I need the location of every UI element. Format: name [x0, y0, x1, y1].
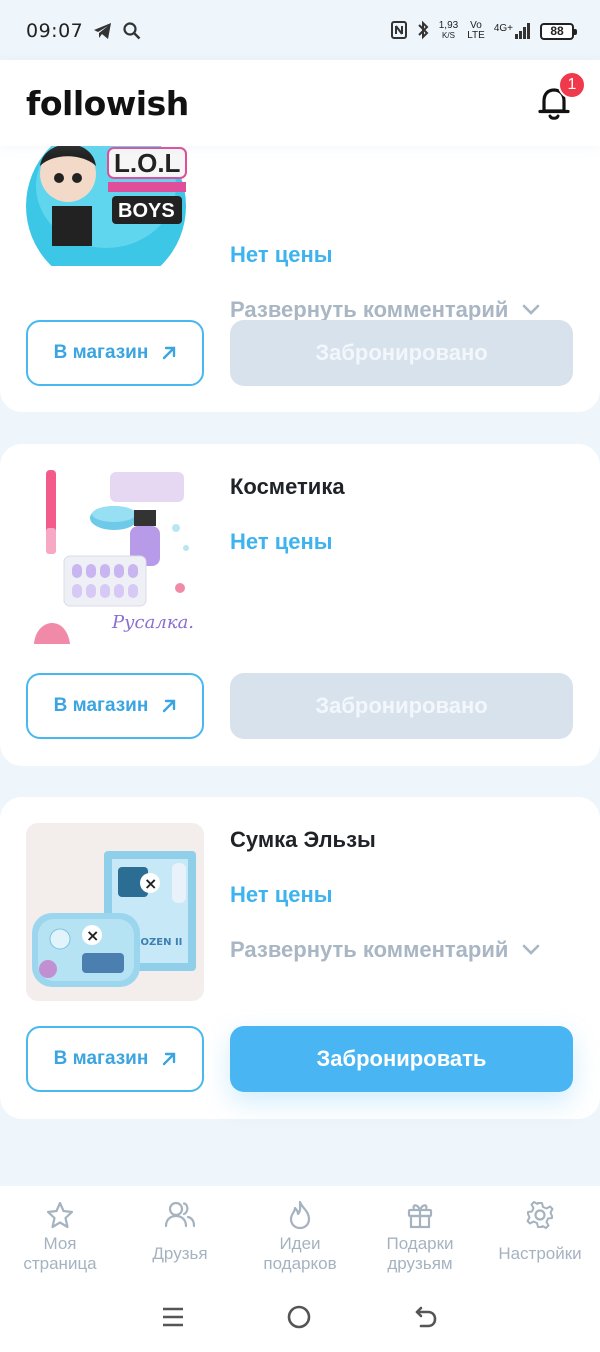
signal-bars-icon — [515, 23, 530, 39]
arrow-up-right-icon — [163, 1052, 176, 1066]
chevron-down-icon — [523, 304, 540, 315]
to-shop-button[interactable]: В магазин — [26, 673, 204, 739]
price-label: Нет цены — [230, 242, 333, 267]
chevron-down-icon — [523, 944, 540, 955]
net-speed-unit: K/S — [442, 31, 455, 40]
wish-title: Сумка Эльзы — [230, 827, 376, 852]
nav-gift-ideas-label: Идеи подарков — [263, 1234, 336, 1274]
wishlist-content: L.O.L BOYS Нет цены Развернуть комментар… — [0, 146, 600, 1186]
to-shop-label: В магазин — [53, 695, 149, 716]
nav-my-page-label: Моя страница — [23, 1234, 96, 1274]
nav-my-page-line2: страница — [23, 1254, 97, 1273]
nfc-icon — [390, 20, 407, 42]
nav-my-page[interactable]: Моя страница — [5, 1200, 115, 1274]
nav-friends-gifts-line2: друзьям — [387, 1254, 453, 1273]
reserved-button[interactable]: Забронировано — [230, 320, 573, 386]
product-image: Русалка. — [26, 468, 204, 646]
price-label: Нет цены — [230, 529, 333, 554]
net-speed-value: 1,93 — [438, 20, 459, 31]
reserved-button[interactable]: Забронировано — [230, 673, 573, 739]
battery-indicator: 88 — [540, 22, 577, 40]
svg-text:Русалка.: Русалка. — [111, 612, 194, 633]
app-header: followish 1 — [0, 60, 600, 146]
expand-comment-button[interactable]: Развернуть комментарий — [230, 937, 540, 963]
system-navigation-bar — [0, 1286, 600, 1352]
star-icon — [46, 1201, 74, 1229]
nav-settings[interactable]: Настройки — [485, 1200, 595, 1264]
nav-friends-label: Друзья — [152, 1244, 208, 1263]
expand-comment-label: Развернуть комментарий — [230, 937, 509, 962]
to-shop-button[interactable]: В магазин — [26, 1026, 204, 1092]
nav-friends-gifts-line1: Подарки — [386, 1234, 454, 1253]
to-shop-button[interactable]: В магазин — [26, 320, 204, 386]
status-bar: 09:07 1,93 K/S Vo LTE 4G+ 88 — [0, 0, 600, 62]
nav-gift-ideas[interactable]: Идеи подарков — [245, 1200, 355, 1274]
arrow-up-right-icon — [163, 346, 176, 360]
menu-icon[interactable] — [161, 1305, 185, 1334]
bottom-navigation: Моя страница Друзья Идеи подарков Подарк… — [0, 1186, 600, 1286]
product-image: × FROZEN II × — [26, 823, 204, 1001]
home-icon[interactable] — [286, 1304, 312, 1335]
search-status-icon — [123, 22, 141, 40]
to-shop-label: В магазин — [53, 1048, 149, 1069]
gear-icon — [526, 1201, 554, 1229]
friends-icon — [164, 1201, 196, 1228]
nav-friends-gifts-label: Подарки друзьям — [386, 1234, 453, 1274]
reserve-button[interactable]: Забронировать — [230, 1026, 573, 1092]
volte-bottom: LTE — [467, 30, 485, 41]
status-time: 09:07 — [26, 20, 84, 42]
wish-card: L.O.L BOYS Нет цены Развернуть комментар… — [0, 146, 600, 412]
svg-text:×: × — [86, 926, 99, 945]
notifications-button[interactable]: 1 — [534, 71, 586, 123]
net-speed: 1,93 K/S — [439, 21, 458, 41]
svg-text:L.O.L: L.O.L — [114, 148, 181, 178]
gift-icon — [407, 1204, 433, 1229]
wish-card: × FROZEN II × Сумка Эльзы Нет цены Разве… — [0, 797, 600, 1119]
telegram-icon — [93, 22, 113, 40]
notification-badge: 1 — [558, 71, 586, 99]
svg-text:BOYS: BOYS — [118, 200, 175, 222]
nav-gift-ideas-line2: подарков — [263, 1254, 337, 1273]
nav-my-page-line1: Моя — [43, 1234, 77, 1253]
nav-settings-label: Настройки — [498, 1244, 582, 1263]
volte-indicator: Vo LTE — [467, 21, 485, 41]
to-shop-label: В магазин — [53, 342, 149, 363]
signal-indicator: 4G+ — [494, 23, 531, 39]
flame-icon — [289, 1200, 311, 1230]
back-icon[interactable] — [413, 1304, 439, 1335]
nav-friends-gifts[interactable]: Подарки друзьям — [365, 1200, 475, 1274]
nav-friends[interactable]: Друзья — [125, 1200, 235, 1264]
svg-text:×: × — [144, 874, 157, 893]
wish-title: Косметика — [230, 474, 345, 499]
app-logo: followish — [26, 83, 189, 123]
product-image: L.O.L BOYS — [26, 146, 204, 266]
arrow-up-right-icon — [163, 699, 176, 713]
wish-card: Русалка. Косметика Нет цены В магазин За… — [0, 444, 600, 766]
price-label: Нет цены — [230, 882, 333, 907]
nav-gift-ideas-line1: Идеи — [279, 1234, 321, 1253]
signal-type: 4G+ — [493, 23, 513, 34]
bluetooth-icon — [416, 20, 430, 43]
